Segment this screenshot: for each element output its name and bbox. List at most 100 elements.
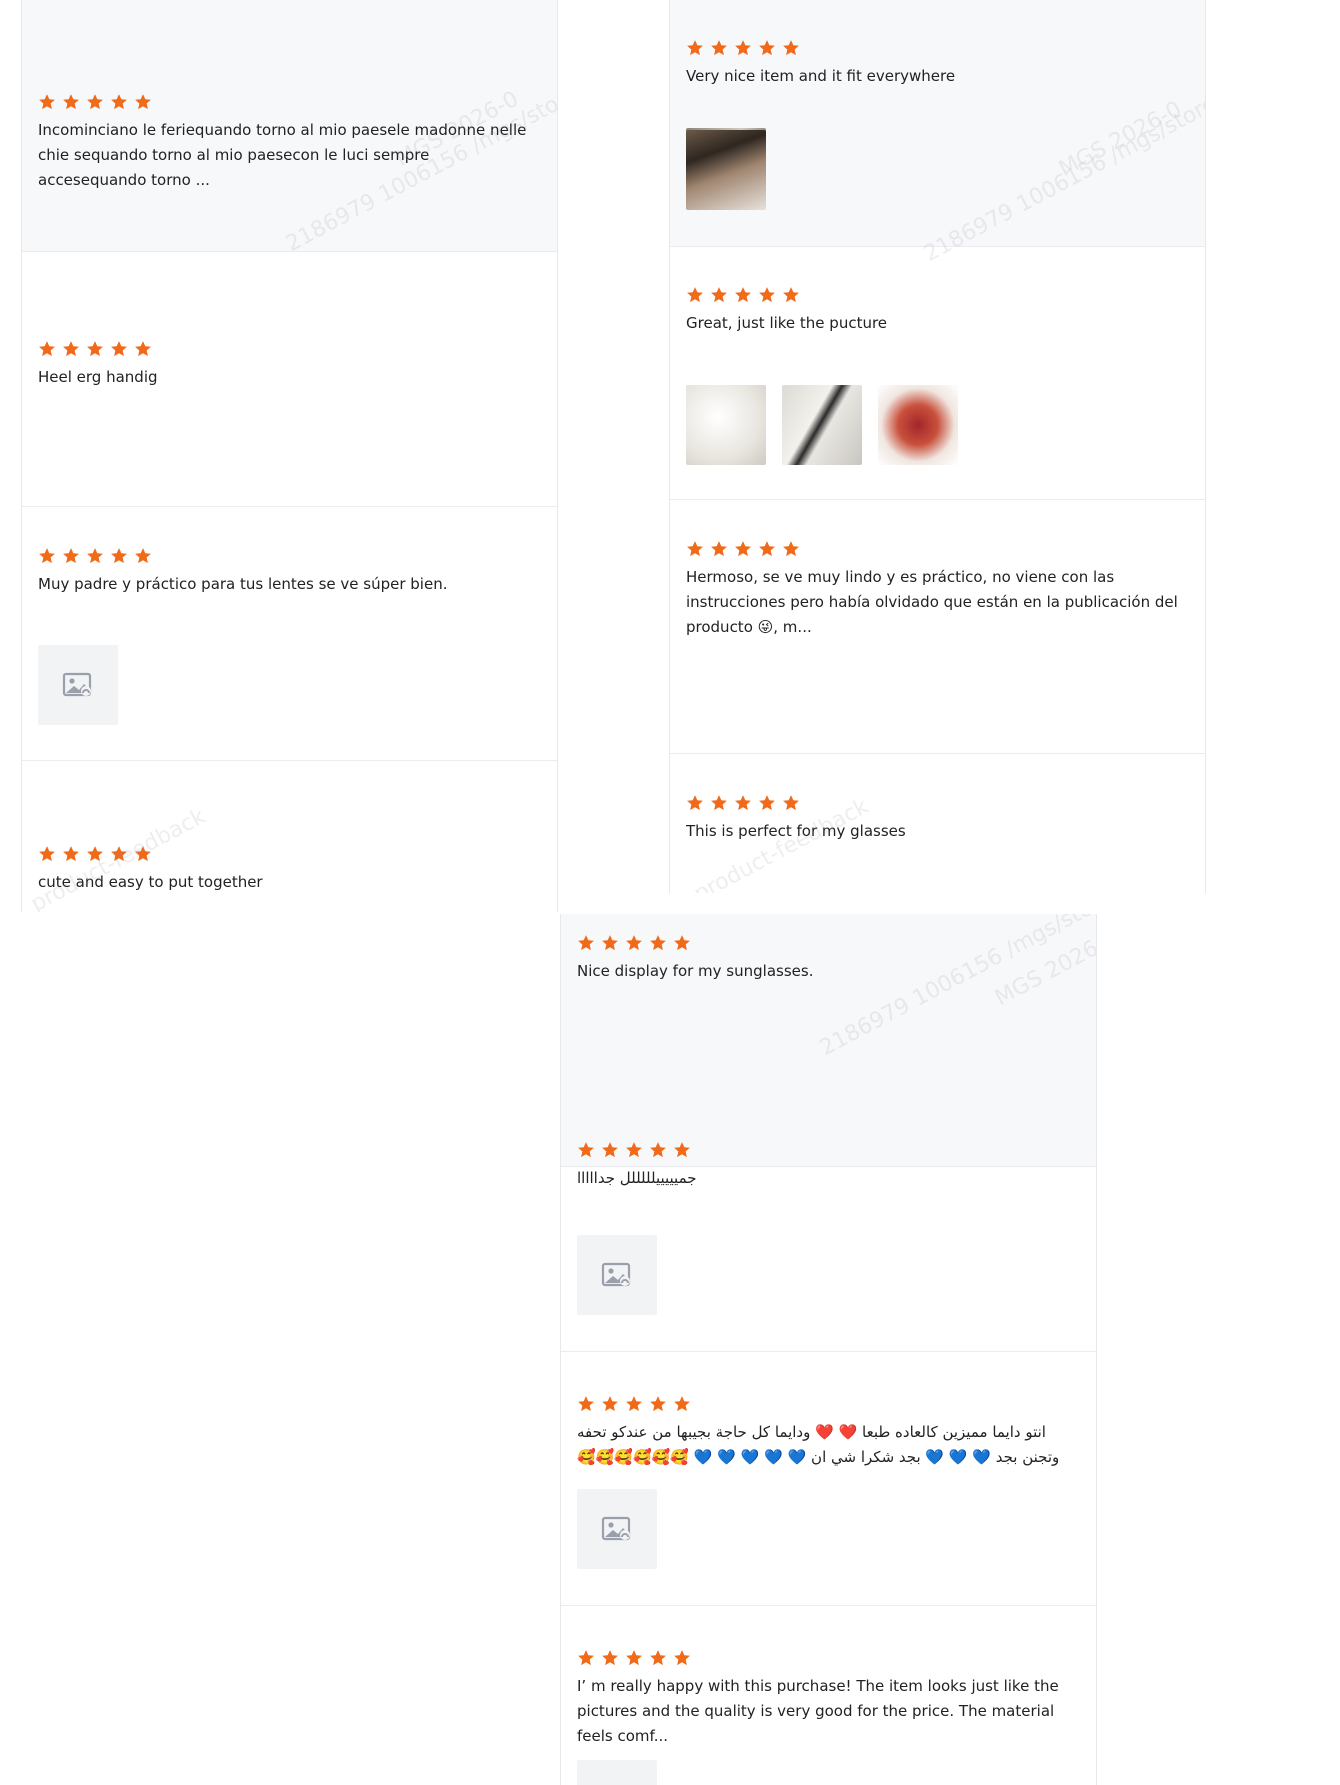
star-icon [711, 795, 727, 811]
star-icon [759, 541, 775, 557]
star-icon [135, 548, 151, 564]
star-icon [111, 846, 127, 862]
star-icon [711, 40, 727, 56]
star-icon [759, 287, 775, 303]
star-icon [135, 846, 151, 862]
review-text: جميييييلللللل جدااااا [577, 1169, 697, 1187]
star-icon [87, 341, 103, 357]
star-rating [38, 93, 152, 111]
star-icon [674, 935, 690, 951]
star-icon [39, 548, 55, 564]
star-rating [577, 1141, 691, 1159]
star-icon [578, 1396, 594, 1412]
review-photo-thumbnail[interactable] [686, 385, 766, 465]
review-images [686, 385, 958, 465]
star-icon [39, 846, 55, 862]
review-text: Incominciano le feriequando torno al mio… [38, 121, 527, 189]
review-card: I’ m really happy with this purchase! Th… [561, 1607, 1096, 1785]
star-icon [735, 795, 751, 811]
review-images [577, 1235, 657, 1315]
star-icon [783, 40, 799, 56]
review-images [577, 1760, 657, 1785]
star-icon [650, 935, 666, 951]
star-icon [111, 548, 127, 564]
star-icon [711, 541, 727, 557]
review-text: انتو دايما مميزين كالعاده طبعا ❤️ ❤️ ودا… [577, 1423, 1060, 1466]
star-icon [650, 1650, 666, 1666]
review-photo-thumbnail[interactable] [878, 385, 958, 465]
star-rating [38, 845, 152, 863]
star-icon [63, 548, 79, 564]
star-icon [63, 846, 79, 862]
review-text: Very nice item and it fit everywhere [686, 67, 956, 85]
star-rating [577, 1649, 691, 1667]
star-icon [578, 1650, 594, 1666]
review-images [577, 1489, 657, 1569]
star-icon [650, 1142, 666, 1158]
review-text: Great, just like the pucture [686, 314, 888, 332]
star-icon [687, 541, 703, 557]
review-column-right: Very nice item and it fit everywhere Grea… [669, 0, 1206, 893]
review-card: This is perfect for my glasses [670, 755, 1205, 893]
star-icon [674, 1396, 690, 1412]
star-icon [687, 40, 703, 56]
star-icon [674, 1142, 690, 1158]
star-icon [111, 94, 127, 110]
star-rating [38, 547, 152, 565]
star-icon [759, 40, 775, 56]
star-rating [686, 794, 800, 812]
star-icon [711, 287, 727, 303]
star-icon [578, 1142, 594, 1158]
review-card: Hermoso, se ve muy lindo y es práctico, … [670, 385, 1205, 754]
star-icon [783, 795, 799, 811]
review-column-bottom: Nice display for my sunglasses. جميييييلل… [560, 914, 1097, 1785]
star-icon [650, 1396, 666, 1412]
review-photo-thumbnail[interactable] [686, 130, 766, 210]
star-icon [626, 1396, 642, 1412]
star-icon [735, 40, 751, 56]
review-image-placeholder[interactable] [38, 645, 118, 725]
star-icon [687, 795, 703, 811]
star-icon [626, 1142, 642, 1158]
review-image-placeholder[interactable] [577, 1235, 657, 1315]
star-icon [687, 287, 703, 303]
star-icon [759, 795, 775, 811]
review-card: جميييييلللللل جدااااا [561, 1099, 1096, 1352]
star-icon [63, 341, 79, 357]
star-rating [577, 934, 691, 952]
star-icon [602, 1396, 618, 1412]
star-icon [87, 94, 103, 110]
image-placeholder-icon [62, 672, 92, 697]
star-rating [686, 286, 800, 304]
review-text: I’ m really happy with this purchase! Th… [577, 1677, 1059, 1745]
review-images [38, 645, 118, 725]
star-icon [87, 846, 103, 862]
star-rating [38, 340, 152, 358]
review-card: Muy padre y práctico para tus lentes se … [22, 508, 557, 761]
review-image-placeholder[interactable] [577, 1489, 657, 1569]
star-rating [686, 39, 800, 57]
review-column-left: Incominciano le feriequando torno al mio… [21, 0, 558, 912]
star-icon [63, 94, 79, 110]
star-icon [578, 935, 594, 951]
star-icon [602, 935, 618, 951]
star-icon [626, 1650, 642, 1666]
star-rating [577, 1395, 691, 1413]
review-photo-thumbnail[interactable] [782, 385, 862, 465]
review-text: Muy padre y práctico para tus lentes se … [38, 575, 448, 593]
review-card: Incominciano le feriequando torno al mio… [22, 0, 557, 252]
image-placeholder-icon [601, 1516, 631, 1541]
star-icon [111, 341, 127, 357]
review-text: Heel erg handig [38, 368, 158, 386]
review-image-placeholder[interactable] [577, 1760, 657, 1785]
star-icon [626, 935, 642, 951]
review-card: انتو دايما مميزين كالعاده طبعا ❤️ ❤️ ودا… [561, 1353, 1096, 1606]
star-icon [783, 541, 799, 557]
review-card: cute and easy to put together [22, 762, 557, 912]
review-text: This is perfect for my glasses [686, 822, 906, 840]
star-icon [602, 1142, 618, 1158]
star-icon [135, 94, 151, 110]
star-icon [735, 541, 751, 557]
star-icon [735, 287, 751, 303]
review-text: Nice display for my sunglasses. [577, 962, 814, 980]
